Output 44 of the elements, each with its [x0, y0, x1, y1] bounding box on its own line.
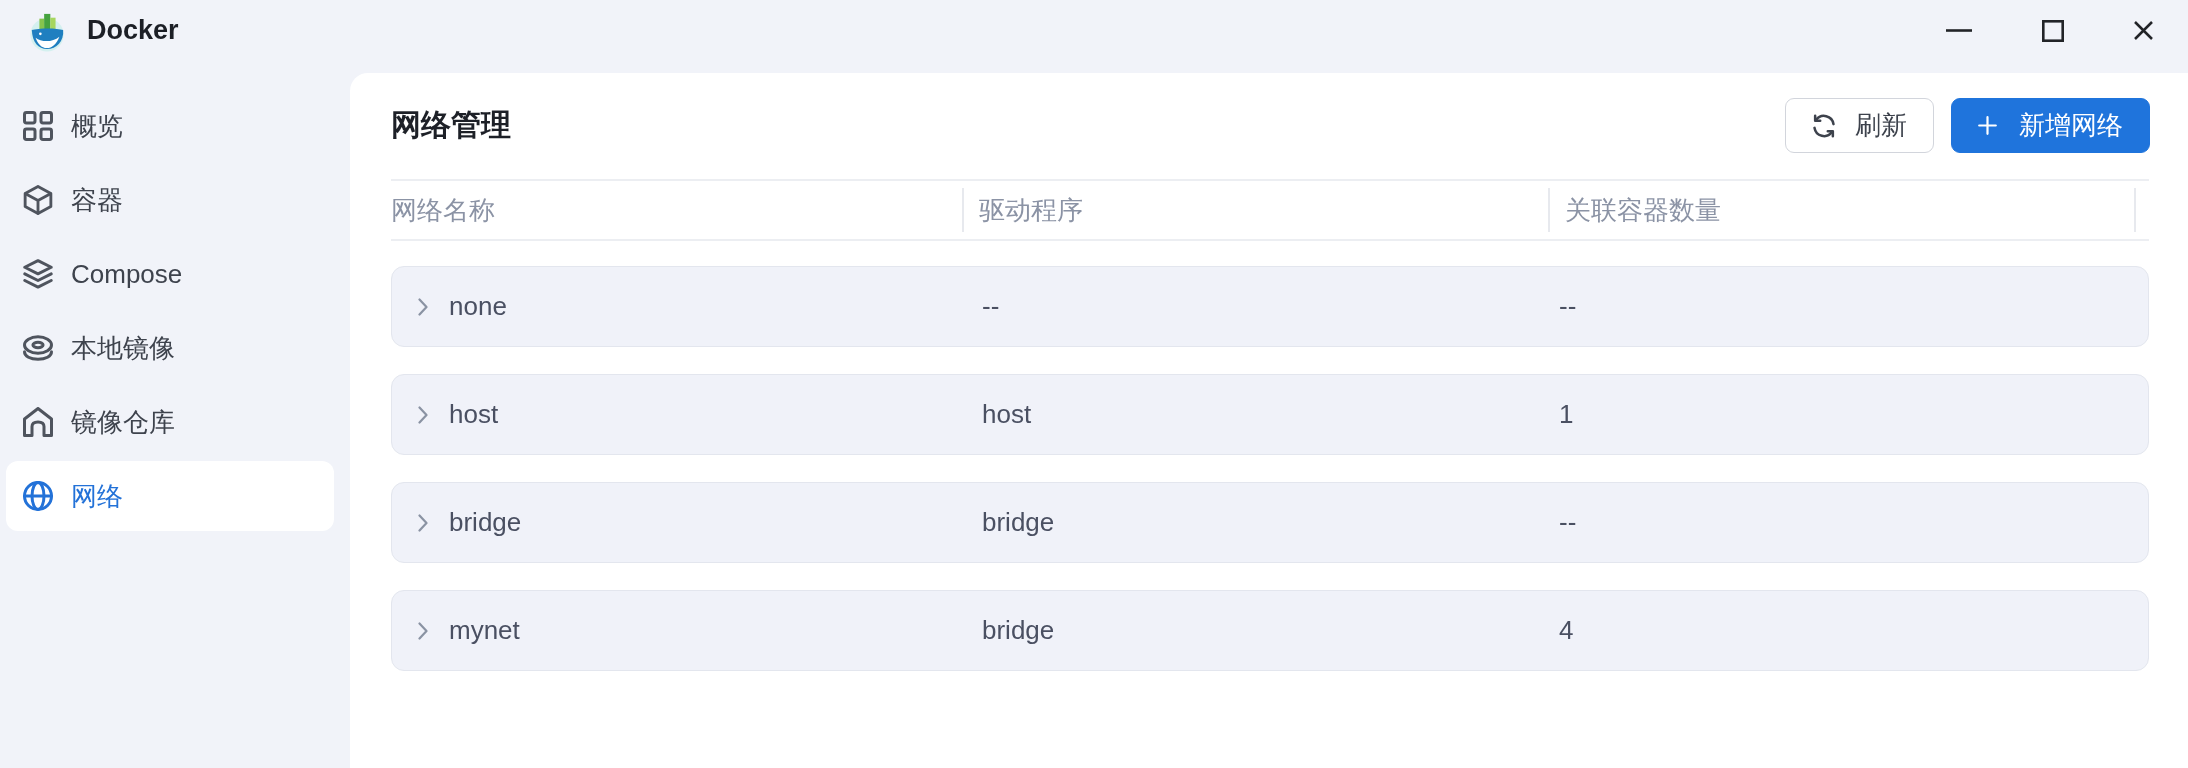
- table-cell: none: [449, 291, 507, 322]
- sidebar-item[interactable]: 容器: [6, 165, 334, 235]
- refresh-icon: [1812, 113, 1836, 138]
- chevron-icon[interactable]: [418, 405, 428, 424]
- page-title: 网络管理: [391, 107, 511, 143]
- table-row[interactable]: bridge bridge --: [391, 482, 2149, 563]
- table-row[interactable]: none -- --: [391, 266, 2149, 347]
- column-header: 关联容器数量: [1565, 193, 1721, 227]
- plus-icon: [1978, 116, 1997, 135]
- table-cell: bridge: [982, 507, 1055, 538]
- close-icon[interactable]: [2134, 21, 2153, 40]
- table-cell: --: [1559, 507, 1577, 538]
- table-cell: --: [982, 291, 1000, 322]
- table-cell: 1: [1559, 399, 1574, 430]
- sidebar-item[interactable]: Compose: [6, 239, 334, 309]
- grid-icon: [23, 111, 53, 141]
- refresh-button[interactable]: 刷新: [1785, 98, 1934, 153]
- maximize-icon[interactable]: [2042, 19, 2064, 42]
- window-title: Docker: [87, 15, 179, 46]
- table-cell: host: [449, 399, 499, 430]
- house-icon: [23, 407, 53, 437]
- sidebar-item[interactable]: 网络: [6, 461, 334, 531]
- table-cell: host: [982, 399, 1032, 430]
- table-cell: bridge: [982, 615, 1055, 646]
- globe-icon: [23, 481, 53, 511]
- minimize-icon[interactable]: [1946, 29, 1972, 32]
- chevron-icon[interactable]: [418, 297, 428, 316]
- layers-icon: [23, 259, 53, 289]
- chevron-icon[interactable]: [418, 513, 428, 532]
- sidebar-item[interactable]: 本地镜像: [6, 313, 334, 383]
- sidebar-item[interactable]: 镜像仓库: [6, 387, 334, 457]
- sidebar-item[interactable]: 概览: [6, 91, 334, 161]
- table-cell: --: [1559, 291, 1577, 322]
- table-cell: mynet: [449, 615, 520, 646]
- add-network-button[interactable]: 新增网络: [1951, 98, 2150, 153]
- column-header: 驱动程序: [979, 193, 1083, 227]
- disk-icon: [23, 333, 53, 363]
- column-header: 网络名称: [391, 193, 495, 227]
- table-cell: 4: [1559, 615, 1574, 646]
- chevron-icon[interactable]: [418, 621, 428, 640]
- table-row[interactable]: mynet bridge 4: [391, 590, 2149, 671]
- table-cell: bridge: [449, 507, 522, 538]
- table-row[interactable]: host host 1: [391, 374, 2149, 455]
- cube-icon: [23, 185, 53, 215]
